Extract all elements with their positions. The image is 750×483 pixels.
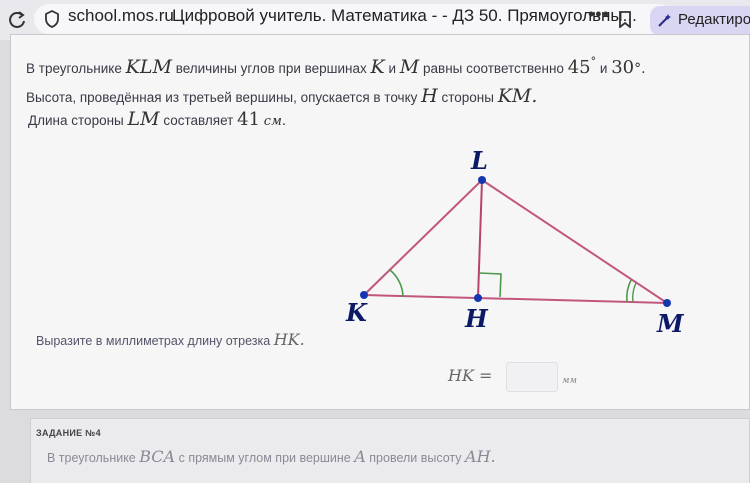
height-LH xyxy=(477,179,483,299)
angle-mark-M xyxy=(625,279,632,303)
triangle-figure xyxy=(360,176,671,307)
math-triangle: BCA xyxy=(139,447,176,466)
point-H xyxy=(474,294,482,302)
right-angle-mark xyxy=(478,272,502,298)
next-task-card: В треугольнике BCA с прямым углом при ве… xyxy=(30,418,750,483)
label-L: L xyxy=(471,146,488,175)
question-label: Выразите в миллиметрах длину отрезка xyxy=(36,334,271,348)
math-segment: HK. xyxy=(273,330,305,349)
point-M xyxy=(663,299,671,307)
label-K: K xyxy=(346,298,367,327)
answer-input[interactable] xyxy=(506,362,558,392)
next-task-text: В треугольнике BCA с прямым углом при ве… xyxy=(47,447,496,466)
point-L xyxy=(478,176,486,184)
question-text: Выразите в миллиметрах длину отрезка HK. xyxy=(36,330,305,349)
task-number: ЗАДАНИЕ №4 xyxy=(36,428,101,438)
task-text: с прямым углом при вершине xyxy=(178,451,351,465)
label-M: M xyxy=(657,309,684,338)
side-LM xyxy=(481,179,668,304)
task-text: провели высоту xyxy=(369,451,462,465)
side-KM xyxy=(363,294,668,304)
angle-mark-M-inner xyxy=(632,282,637,303)
answer-unit: мм xyxy=(562,376,577,386)
task-text: В треугольнике xyxy=(47,451,136,465)
angle-mark-K xyxy=(389,269,404,298)
math-vertex: A xyxy=(354,447,366,466)
math-segment: AH. xyxy=(465,447,496,466)
answer-label: HK = xyxy=(448,366,493,385)
label-H: H xyxy=(465,304,488,333)
answer-row: HK = мм xyxy=(448,362,608,396)
side-KL xyxy=(363,179,483,296)
